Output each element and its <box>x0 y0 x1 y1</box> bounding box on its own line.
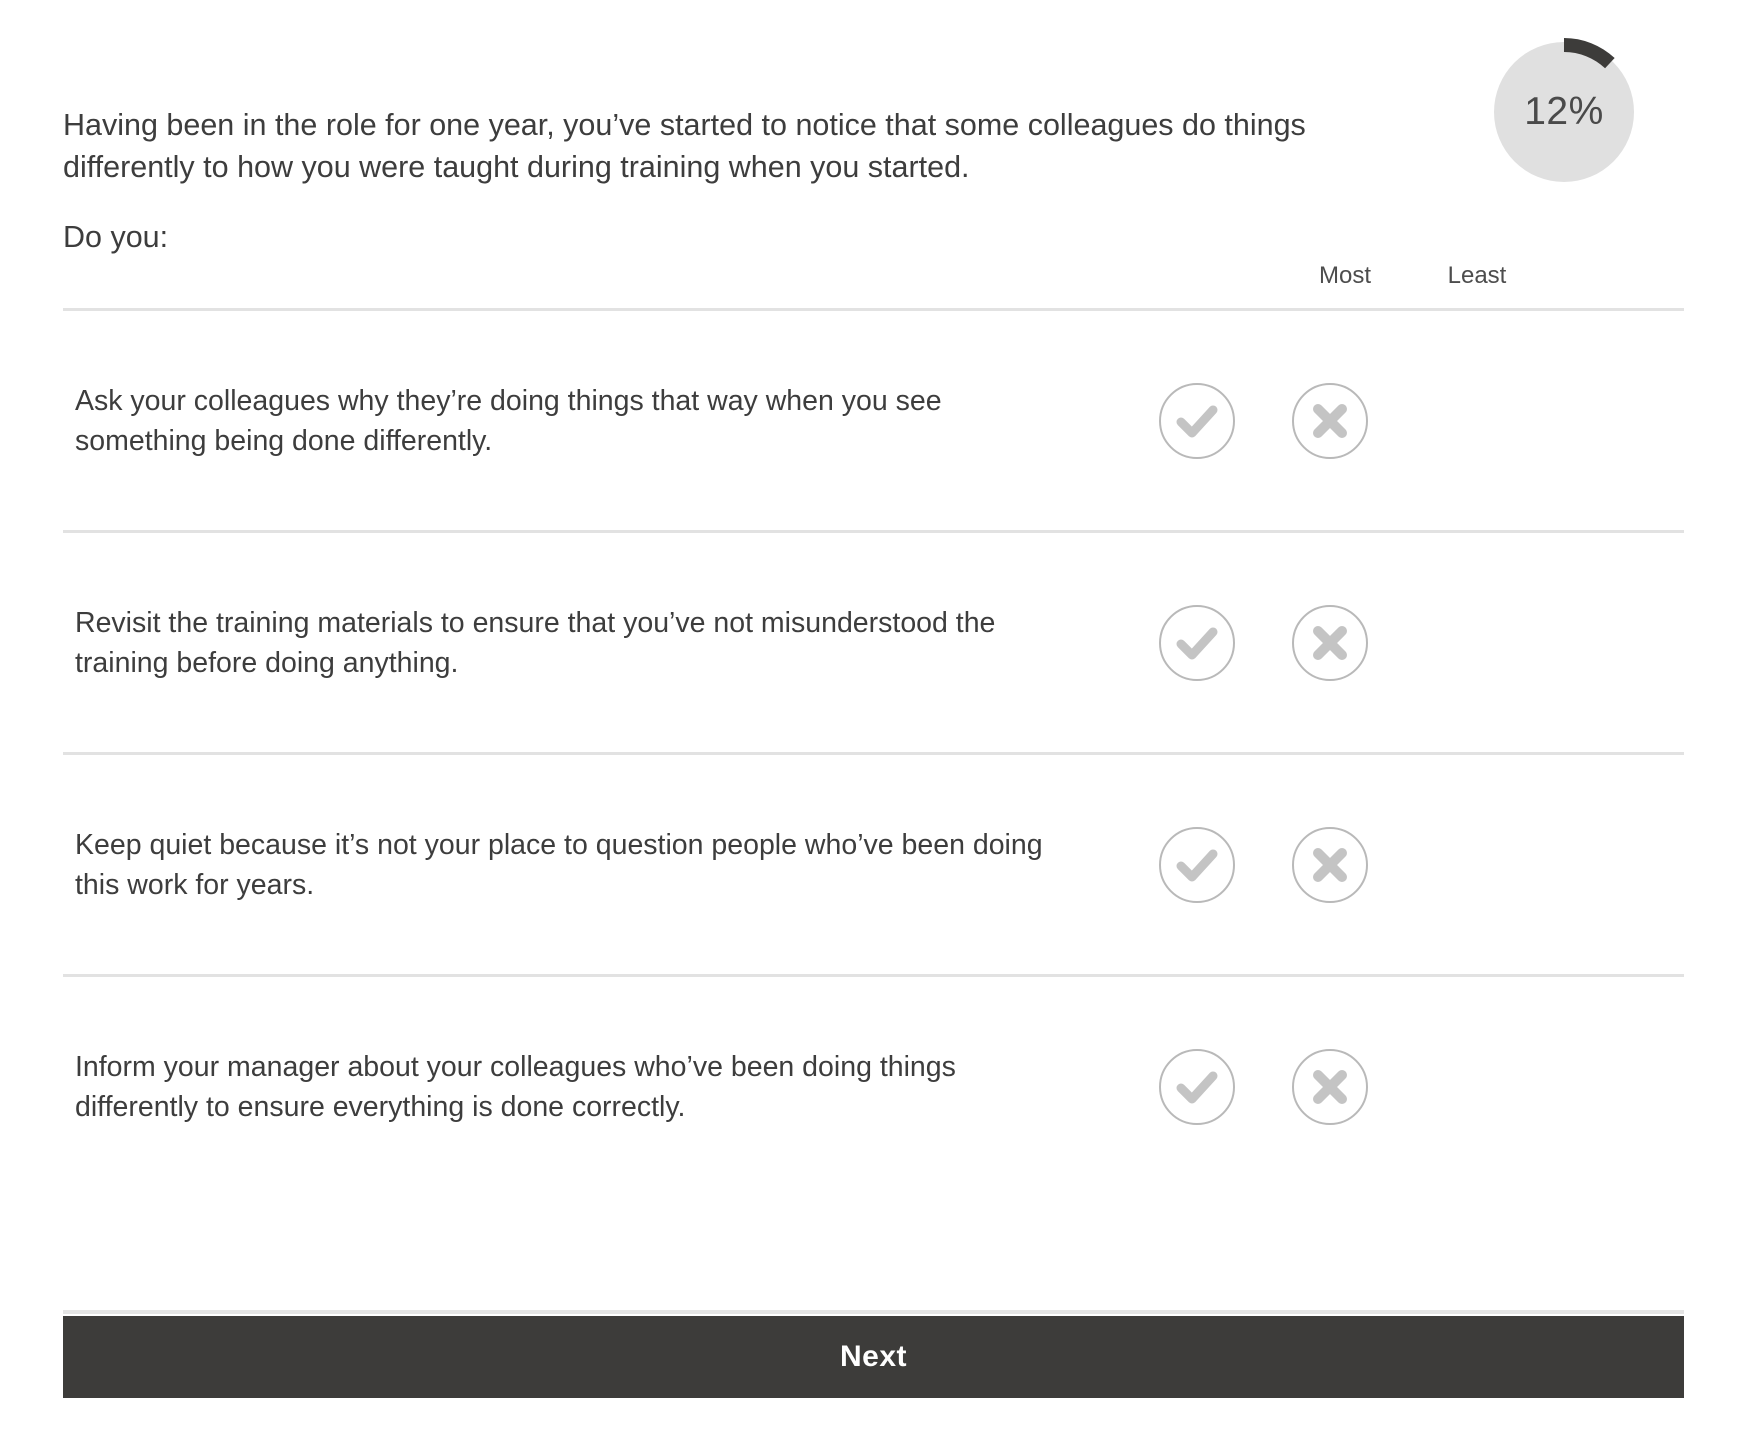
cross-icon <box>1313 1069 1347 1104</box>
question-page: 12% Having been in the role for one year… <box>0 0 1738 1454</box>
column-header-least: Least <box>1447 262 1507 289</box>
option-most-cell <box>1159 604 1235 681</box>
check-icon <box>1176 849 1218 881</box>
question-stem: Having been in the role for one year, yo… <box>63 104 1343 258</box>
progress-indicator: 12% <box>1484 32 1644 192</box>
option-line-2: training before doing anything. <box>75 646 459 679</box>
most-check-button[interactable] <box>1159 604 1235 681</box>
check-icon <box>1176 405 1218 437</box>
option-line-1: Revisit the training materials to ensure… <box>75 606 996 639</box>
option-least-cell <box>1292 604 1368 681</box>
table-row: Keep quiet because it’s not your place t… <box>63 755 1684 974</box>
question-stem-line-1: Having been in the role for one year, yo… <box>63 108 1306 142</box>
option-most-cell <box>1159 382 1235 459</box>
question-stem-line-2: differently to how you were taught durin… <box>63 150 970 184</box>
option-most-cell <box>1159 826 1235 903</box>
most-check-button[interactable] <box>1159 826 1235 903</box>
option-least-cell <box>1292 826 1368 903</box>
option-most-cell <box>1159 1048 1235 1125</box>
question-prompt: Do you: <box>63 220 169 254</box>
least-cross-button[interactable] <box>1292 1048 1368 1125</box>
most-check-button[interactable] <box>1159 1048 1235 1125</box>
cross-icon <box>1313 403 1347 438</box>
options-table: Ask your colleagues why they’re doing th… <box>63 308 1684 1196</box>
next-button[interactable]: Next <box>63 1316 1684 1398</box>
check-icon <box>1176 1071 1218 1103</box>
option-line-2: something being done differently. <box>75 424 493 457</box>
table-row: Inform your manager about your colleague… <box>63 977 1684 1196</box>
least-cross-button[interactable] <box>1292 604 1368 681</box>
option-line-2: this work for years. <box>75 868 315 901</box>
option-line-1: Inform your manager about your colleague… <box>75 1050 956 1083</box>
option-line-2: differently to ensure everything is done… <box>75 1090 686 1123</box>
check-icon <box>1176 627 1218 659</box>
table-row: Ask your colleagues why they’re doing th… <box>63 311 1684 530</box>
progress-percent-label: 12% <box>1524 90 1604 133</box>
least-cross-button[interactable] <box>1292 826 1368 903</box>
option-line-1: Ask your colleagues why they’re doing th… <box>75 384 942 417</box>
option-text: Inform your manager about your colleague… <box>63 1047 1153 1127</box>
footer-divider <box>63 1310 1684 1314</box>
option-text: Keep quiet because it’s not your place t… <box>63 825 1153 905</box>
option-text: Revisit the training materials to ensure… <box>63 603 1153 683</box>
cross-icon <box>1313 847 1347 882</box>
most-check-button[interactable] <box>1159 382 1235 459</box>
table-row: Revisit the training materials to ensure… <box>63 533 1684 752</box>
option-line-1: Keep quiet because it’s not your place t… <box>75 828 1043 861</box>
column-headers: Most Least <box>0 262 1738 302</box>
option-text: Ask your colleagues why they’re doing th… <box>63 381 1153 461</box>
cross-icon <box>1313 625 1347 660</box>
option-least-cell <box>1292 382 1368 459</box>
least-cross-button[interactable] <box>1292 382 1368 459</box>
column-header-most: Most <box>1318 262 1371 289</box>
option-least-cell <box>1292 1048 1368 1125</box>
